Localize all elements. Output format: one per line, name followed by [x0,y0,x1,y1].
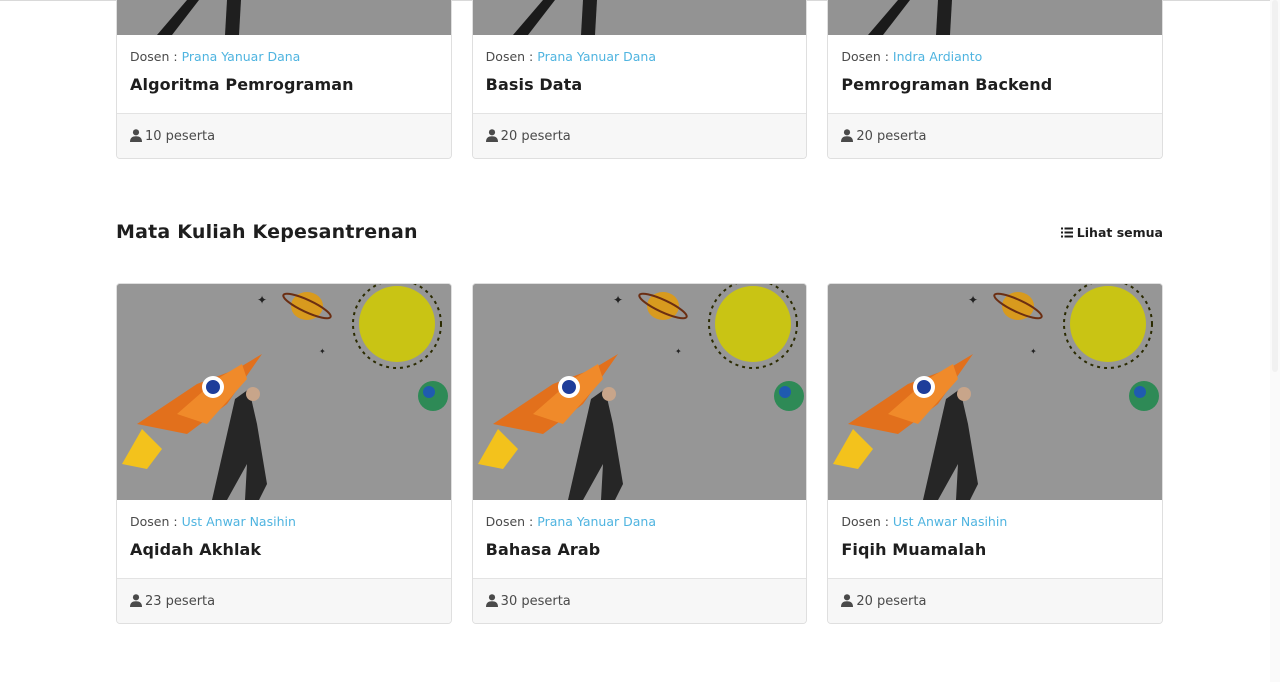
user-icon [841,594,854,608]
see-all-label: Lihat semua [1076,224,1163,240]
course-title[interactable]: Basis Data [486,75,794,95]
card-footer: 23 peserta [117,578,451,623]
participant-count: 20 peserta [856,593,927,609]
card-footer: 20 peserta [828,578,1163,623]
card-footer: 10 peserta [117,113,451,158]
svg-text:✦: ✦ [1030,347,1037,356]
course-grid-kepesantrenan: ✦ ✦ Dosen : Ust Anwar Nasihin Aqidah Akh… [116,283,1164,624]
course-card[interactable]: Dosen : Indra Ardianto Pemrograman Backe… [827,0,1164,159]
user-icon [130,129,142,143]
lecturer-link[interactable]: Ust Anwar Nasihin [182,514,296,529]
user-icon [485,594,498,608]
course-thumbnail[interactable] [828,0,1163,35]
card-body: Dosen : Prana Yanuar Dana Bahasa Arab [473,500,807,578]
lecturer-link[interactable]: Prana Yanuar Dana [537,49,656,64]
lecturer-link[interactable]: Ust Anwar Nasihin [893,514,1007,529]
course-title[interactable]: Pemrograman Backend [841,75,1149,95]
card-body: Dosen : Ust Anwar Nasihin Fiqih Muamalah [828,500,1162,578]
lecturer-line: Dosen : Prana Yanuar Dana [486,49,794,65]
lecturer-line: Dosen : Ust Anwar Nasihin [841,514,1149,530]
course-grid-top: Dosen : Prana Yanuar Dana Algoritma Pemr… [116,0,1164,159]
course-card[interactable]: Dosen : Prana Yanuar Dana Basis Data 20 … [471,0,808,159]
participant-count: 23 peserta [145,593,216,609]
course-row: Dosen : Prana Yanuar Dana Algoritma Pemr… [116,0,1164,159]
course-card[interactable]: ✦ ✦ Dosen : Ust Anwar Nasihin Fiqih Muam… [827,283,1164,624]
card-footer: 20 peserta [828,113,1163,158]
user-icon [130,594,142,608]
svg-text:✦: ✦ [319,347,326,356]
participant-count: 30 peserta [500,593,571,609]
card-body: Dosen : Prana Yanuar Dana Basis Data [473,35,807,113]
course-card[interactable]: ✦ ✦ Dosen : Prana Yanuar Dana Bahasa Ara… [471,283,808,624]
dosen-label: Dosen : [485,514,534,529]
course-title[interactable]: Aqidah Akhlak [130,540,438,560]
scrollbar[interactable] [1270,0,1280,682]
svg-text:✦: ✦ [257,293,267,307]
lecturer-line: Dosen : Prana Yanuar Dana [486,514,794,530]
course-row: ✦ ✦ Dosen : Ust Anwar Nasihin Aqidah Akh… [116,283,1164,624]
participant-count: 20 peserta [500,128,571,144]
user-icon [485,129,498,143]
dosen-label: Dosen : [841,514,889,529]
course-card[interactable]: Dosen : Prana Yanuar Dana Algoritma Pemr… [116,0,452,159]
lecturer-link[interactable]: Prana Yanuar Dana [182,49,301,64]
section-header: Mata Kuliah Kepesantrenan Lihat semua [116,218,1163,246]
card-body: Dosen : Prana Yanuar Dana Algoritma Pemr… [117,35,451,113]
course-thumbnail[interactable] [117,0,451,35]
user-icon [841,129,854,143]
card-footer: 30 peserta [472,578,807,623]
dosen-label: Dosen : [485,49,534,64]
lecturer-line: Dosen : Indra Ardianto [841,49,1149,65]
course-thumbnail[interactable]: ✦ ✦ [828,284,1163,500]
list-icon [1060,227,1073,238]
dosen-label: Dosen : [130,49,178,64]
svg-text:✦: ✦ [675,347,682,356]
dosen-label: Dosen : [130,514,178,529]
dosen-label: Dosen : [841,49,889,64]
svg-text:✦: ✦ [613,293,623,307]
participant-count: 20 peserta [856,128,927,144]
svg-text:✦: ✦ [968,293,978,307]
course-title[interactable]: Fiqih Muamalah [841,540,1149,560]
scrollbar-thumb[interactable] [1272,0,1278,372]
lecturer-link[interactable]: Indra Ardianto [893,49,982,64]
course-card[interactable]: ✦ ✦ Dosen : Ust Anwar Nasihin Aqidah Akh… [116,283,452,624]
course-thumbnail[interactable] [472,0,807,35]
card-body: Dosen : Indra Ardianto Pemrograman Backe… [828,35,1162,113]
see-all-link[interactable]: Lihat semua [1060,224,1163,240]
section-title: Mata Kuliah Kepesantrenan [116,221,418,243]
lecturer-line: Dosen : Prana Yanuar Dana [130,49,438,65]
card-footer: 20 peserta [472,113,807,158]
course-title[interactable]: Algoritma Pemrograman [130,75,438,95]
lecturer-link[interactable]: Prana Yanuar Dana [537,514,656,529]
course-thumbnail[interactable]: ✦ ✦ [472,284,807,500]
participant-count: 10 peserta [145,128,216,144]
course-title[interactable]: Bahasa Arab [486,540,794,560]
lecturer-line: Dosen : Ust Anwar Nasihin [130,514,438,530]
course-thumbnail[interactable]: ✦ ✦ [117,284,451,500]
card-body: Dosen : Ust Anwar Nasihin Aqidah Akhlak [117,500,451,578]
